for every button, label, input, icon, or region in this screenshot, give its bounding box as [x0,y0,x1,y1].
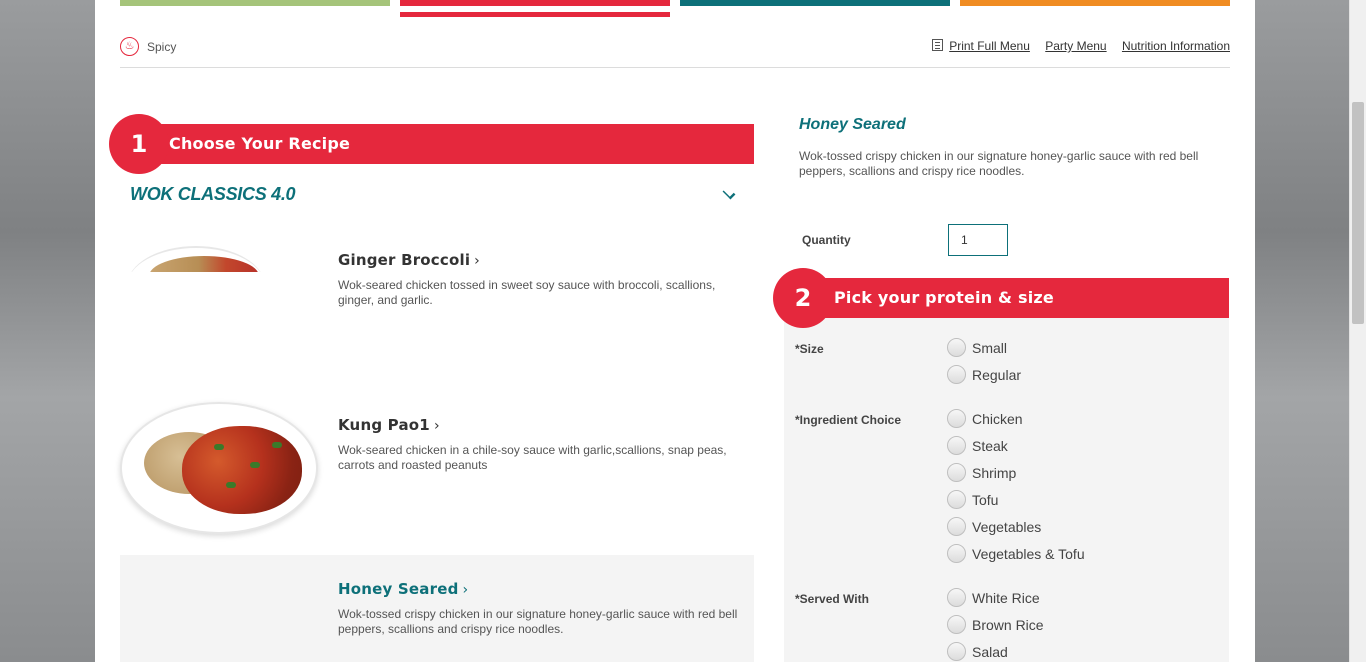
spicy-icon: ♨ [120,37,139,56]
step1-number-badge: 1 [109,114,169,174]
nutrition-information-link[interactable]: Nutrition Information [1122,39,1230,53]
vertical-scrollbar[interactable] [1349,0,1366,662]
category-title: WOK CLASSICS 4.0 [130,184,296,204]
background-left [0,0,95,662]
quantity-label: Quantity [802,233,851,247]
radio-button[interactable] [947,490,966,509]
radio-button[interactable] [947,615,966,634]
size-label: *Size [795,342,824,356]
radio-button[interactable] [947,365,966,384]
utility-links: Print Full Menu Party Menu Nutrition Inf… [920,39,1230,53]
utility-bar: ♨ Spicy Print Full Menu Party Menu Nutri… [120,36,1230,68]
category-tab-red[interactable] [400,0,670,6]
step1-title: Choose Your Recipe [169,134,351,153]
background-right [1255,0,1349,662]
party-menu-link[interactable]: Party Menu [1045,39,1106,53]
radio-button[interactable] [947,544,966,563]
recipe-name-honey-seared[interactable]: Honey Seared › [338,580,468,598]
chevron-right-icon: › [474,253,480,269]
chevron-right-icon: › [462,582,469,598]
radio-button[interactable] [947,436,966,455]
selected-recipe-title: Honey Seared [799,116,906,133]
step2-number-badge: 2 [773,268,833,328]
recipe-desc-kung-pao: Wok-seared chicken in a chile-soy sauce … [338,443,727,472]
recipe-desc-ginger-broccoli: Wok-seared chicken tossed in sweet soy s… [338,278,716,307]
served-with-label: *Served With [795,592,869,606]
radio-button[interactable] [947,463,966,482]
chevron-right-icon: › [433,418,440,434]
category-tab-red-underline [400,12,670,17]
menu-page: ♨ Spicy Print Full Menu Party Menu Nutri… [95,0,1255,662]
quantity-input[interactable] [948,224,1008,256]
chevron-down-icon[interactable] [722,186,736,200]
radio-button[interactable] [947,642,966,661]
category-tab-green[interactable] [120,0,390,6]
recipe-name-ginger-broccoli[interactable]: Ginger Broccoli › [338,251,480,269]
category-tab-orange[interactable] [960,0,1230,6]
recipe-desc-honey-seared: Wok-tossed crispy chicken in our signatu… [338,607,738,636]
step2-title: Pick your protein & size [834,288,1054,307]
ingredient-choice-label: *Ingredient Choice [795,413,902,427]
print-full-menu-link[interactable]: Print Full Menu [932,39,1030,53]
print-menu-icon [932,39,944,51]
category-tab-teal[interactable] [680,0,950,6]
radio-button[interactable] [947,588,966,607]
spicy-legend-label: Spicy [147,40,177,54]
radio-button[interactable] [947,409,966,428]
scrollbar-thumb[interactable] [1352,102,1364,324]
radio-button[interactable] [947,338,966,357]
selected-recipe-desc: Wok-tossed crispy chicken in our signatu… [799,149,1199,178]
kung-pao-image[interactable] [120,402,318,534]
recipe-name-kung-pao[interactable]: Kung Pao1 › [338,416,440,434]
radio-button[interactable] [947,517,966,536]
